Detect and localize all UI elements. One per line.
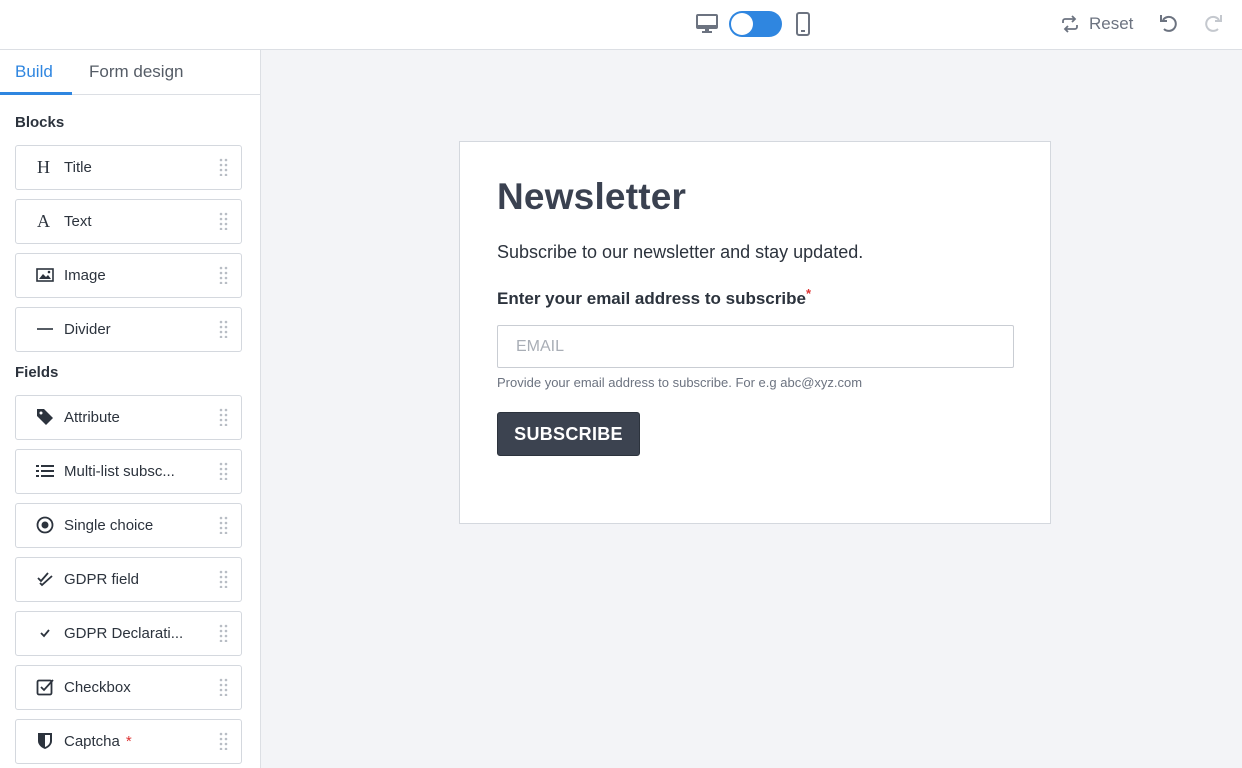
double-check-icon	[35, 569, 55, 589]
drag-handle-icon[interactable]	[219, 212, 229, 230]
field-item-captcha[interactable]: Captcha *	[15, 719, 242, 764]
toggle-knob	[731, 13, 753, 35]
text-icon: A	[35, 211, 55, 231]
subscribe-button[interactable]: SUBSCRIBE	[497, 412, 640, 456]
builder-sidebar: Build Form design Blocks H Title A Text …	[0, 50, 261, 768]
block-item-image[interactable]: Image	[15, 253, 242, 298]
field-label: Captcha *	[64, 733, 132, 750]
field-label: Single choice	[64, 517, 154, 534]
tag-icon	[35, 407, 55, 427]
top-toolbar: Reset	[0, 0, 1242, 50]
sidebar-tabs: Build Form design	[0, 50, 260, 95]
field-item-gdpr-declaration[interactable]: GDPR Declarati...	[15, 611, 242, 656]
block-item-text[interactable]: A Text	[15, 199, 242, 244]
reset-icon	[1062, 15, 1078, 33]
tab-build[interactable]: Build	[15, 62, 53, 82]
radio-icon	[35, 515, 55, 535]
field-label: Checkbox	[64, 679, 131, 696]
form-title: Newsletter	[497, 176, 687, 217]
email-label-text: Enter your email address to subscribe	[497, 289, 806, 308]
blocks-heading: Blocks	[15, 114, 65, 131]
fields-heading: Fields	[15, 364, 59, 381]
email-field-label: Enter your email address to subscribe*	[497, 286, 812, 309]
field-item-attribute[interactable]: Attribute	[15, 395, 242, 440]
reset-label: Reset	[1089, 14, 1134, 33]
list-icon	[35, 461, 55, 481]
desktop-monitor-icon[interactable]	[696, 12, 718, 34]
drag-handle-icon[interactable]	[219, 266, 229, 284]
checkbox-icon	[35, 677, 55, 697]
block-item-divider[interactable]: Divider	[15, 307, 242, 352]
email-input[interactable]	[497, 325, 1014, 368]
field-label: GDPR Declarati...	[64, 625, 184, 642]
form-preview-card: Newsletter Subscribe to our newsletter a…	[459, 141, 1051, 524]
mobile-phone-icon[interactable]	[795, 12, 811, 36]
tab-form-design[interactable]: Form design	[89, 62, 183, 82]
field-label: Attribute	[64, 409, 120, 426]
block-label: Title	[64, 159, 92, 176]
field-label: GDPR field	[64, 571, 140, 588]
reset-button[interactable]: Reset	[1060, 12, 1133, 36]
block-label: Image	[64, 267, 106, 284]
captcha-label: Captcha	[64, 733, 120, 750]
divider-icon	[35, 319, 55, 339]
drag-handle-icon[interactable]	[219, 158, 229, 176]
shield-icon	[35, 731, 55, 751]
image-icon	[35, 265, 55, 285]
drag-handle-icon[interactable]	[219, 678, 229, 696]
field-label: Multi-list subsc...	[64, 463, 175, 480]
check-icon	[35, 623, 55, 643]
field-item-single-choice[interactable]: Single choice	[15, 503, 242, 548]
required-asterisk: *	[805, 286, 812, 301]
field-item-multi-list[interactable]: Multi-list subsc...	[15, 449, 242, 494]
block-label: Divider	[64, 321, 111, 338]
drag-handle-icon[interactable]	[219, 516, 229, 534]
drag-handle-icon[interactable]	[219, 320, 229, 338]
heading-icon: H	[35, 157, 55, 177]
drag-handle-icon[interactable]	[219, 624, 229, 642]
svg-text:A: A	[37, 212, 50, 230]
device-view-toggle[interactable]	[729, 11, 782, 37]
undo-icon[interactable]	[1158, 12, 1180, 34]
drag-handle-icon[interactable]	[219, 408, 229, 426]
block-item-title[interactable]: H Title	[15, 145, 242, 190]
field-item-checkbox[interactable]: Checkbox	[15, 665, 242, 710]
drag-handle-icon[interactable]	[219, 570, 229, 588]
field-item-gdpr-field[interactable]: GDPR field	[15, 557, 242, 602]
form-description: Subscribe to our newsletter and stay upd…	[497, 242, 864, 262]
email-help-text: Provide your email address to subscribe.…	[497, 375, 863, 390]
required-asterisk: *	[125, 733, 132, 750]
active-tab-indicator	[0, 92, 72, 95]
drag-handle-icon[interactable]	[219, 462, 229, 480]
drag-handle-icon[interactable]	[219, 732, 229, 750]
block-label: Text	[64, 213, 92, 230]
svg-text:H: H	[37, 158, 50, 176]
redo-icon[interactable]	[1202, 12, 1224, 34]
